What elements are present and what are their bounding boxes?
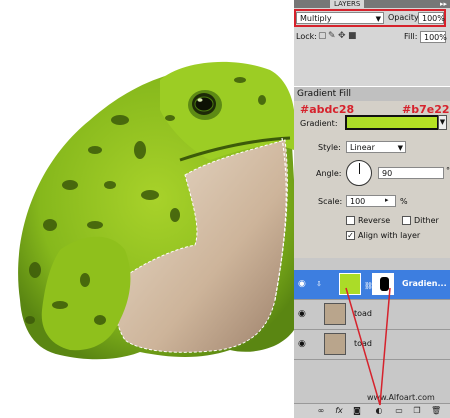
layer-mask-thumbnail[interactable]	[372, 273, 394, 295]
toad-image	[18, 61, 294, 360]
scale-label: Scale:	[318, 197, 343, 206]
document-canvas[interactable]	[0, 0, 294, 417]
layer-row-toad-1[interactable]: ◉ toad	[294, 300, 450, 330]
reverse-checkbox[interactable]	[346, 216, 355, 225]
dither-label: Dither	[414, 216, 439, 225]
gradient-thumbnail[interactable]	[339, 273, 361, 295]
gradient-label: Gradient:	[300, 119, 338, 128]
lock-transparent-icon[interactable]: ▢	[318, 32, 327, 41]
eye-icon[interactable]: ◉	[298, 279, 308, 289]
layer-name[interactable]: toad	[354, 339, 372, 348]
reverse-label: Reverse	[358, 216, 391, 225]
blend-mode-value: Multiply	[300, 14, 332, 23]
fill-label: Fill:	[404, 32, 418, 41]
layer-row-toad-2[interactable]: ◉ toad	[294, 330, 450, 360]
gradient-hex-left: #abdc28	[300, 103, 355, 116]
angle-needle	[359, 163, 360, 174]
blend-mode-select[interactable]: Multiply ▼	[296, 12, 384, 24]
fill-field[interactable]: 100%	[420, 31, 447, 43]
layers-bottom-bar: ∞ fx ◙ ◐ ▭ ❐ 🗑	[294, 403, 450, 418]
layers-list: ◉ ⇩ ⛓ Gradien... ◉ toad ◉ toad	[294, 258, 450, 403]
align-checkbox[interactable]: ✓	[346, 231, 355, 240]
angle-unit: °	[446, 166, 450, 175]
angle-label: Angle:	[316, 169, 342, 178]
scale-unit: %	[400, 197, 408, 206]
lock-pixels-icon[interactable]: ✎	[328, 32, 337, 41]
style-label: Style:	[318, 143, 341, 152]
toad-thumbnail[interactable]	[324, 333, 346, 355]
gradient-swatch[interactable]	[345, 115, 439, 130]
chevron-down-icon: ▼	[375, 15, 381, 23]
opacity-label: Opacity:	[388, 13, 421, 22]
eye-icon[interactable]: ◉	[298, 309, 308, 319]
gradient-hex-right: #b7e223	[402, 103, 450, 116]
mask-icon[interactable]: ◙	[352, 405, 362, 416]
tab-layers[interactable]: LAYERS	[330, 0, 365, 8]
toad-thumbnail[interactable]	[324, 303, 346, 325]
angle-field[interactable]: 90	[378, 167, 444, 179]
new-layer-icon[interactable]: ❐	[412, 405, 422, 416]
adjustment-icon[interactable]: ◐	[374, 405, 384, 416]
opacity-field[interactable]: 100%	[418, 12, 445, 24]
fx-icon[interactable]: fx	[334, 405, 344, 416]
align-label: Align with layer	[358, 231, 421, 240]
style-select[interactable]: Linear ▼	[346, 141, 406, 153]
lock-row: Lock: ▢ ✎ ✥ ■ Fill: 100%	[296, 31, 447, 43]
scale-stepper-icon[interactable]: ▸	[385, 196, 389, 204]
watermark: www.Alfoart.com	[367, 393, 435, 402]
layer-name[interactable]: toad	[354, 309, 372, 318]
lock-label: Lock:	[296, 32, 317, 41]
gradient-dropdown-button[interactable]: ▼	[438, 115, 447, 130]
mask-shape	[380, 277, 389, 291]
panel-tab-bar: LAYERS ▸▸	[294, 0, 450, 8]
chevron-down-icon: ▼	[397, 144, 403, 152]
folder-icon[interactable]: ▭	[394, 405, 404, 416]
panel-menu-icon[interactable]: ▸▸	[440, 0, 447, 8]
lock-all-icon[interactable]: ■	[348, 32, 357, 41]
layer-row-gradient[interactable]: ◉ ⇩ ⛓ Gradien...	[294, 270, 450, 300]
layer-name[interactable]: Gradien...	[402, 279, 447, 288]
style-value: Linear	[350, 143, 375, 152]
dialog-title: Gradient Fill	[294, 87, 450, 101]
eye-icon[interactable]: ◉	[298, 339, 308, 349]
dither-checkbox[interactable]	[402, 216, 411, 225]
lock-position-icon[interactable]: ✥	[338, 32, 347, 41]
angle-dial[interactable]	[346, 160, 372, 186]
trash-icon[interactable]: 🗑	[431, 405, 441, 416]
link-icon[interactable]: ∞	[316, 405, 326, 416]
fill-layer-marker-icon: ⇩	[316, 280, 322, 288]
